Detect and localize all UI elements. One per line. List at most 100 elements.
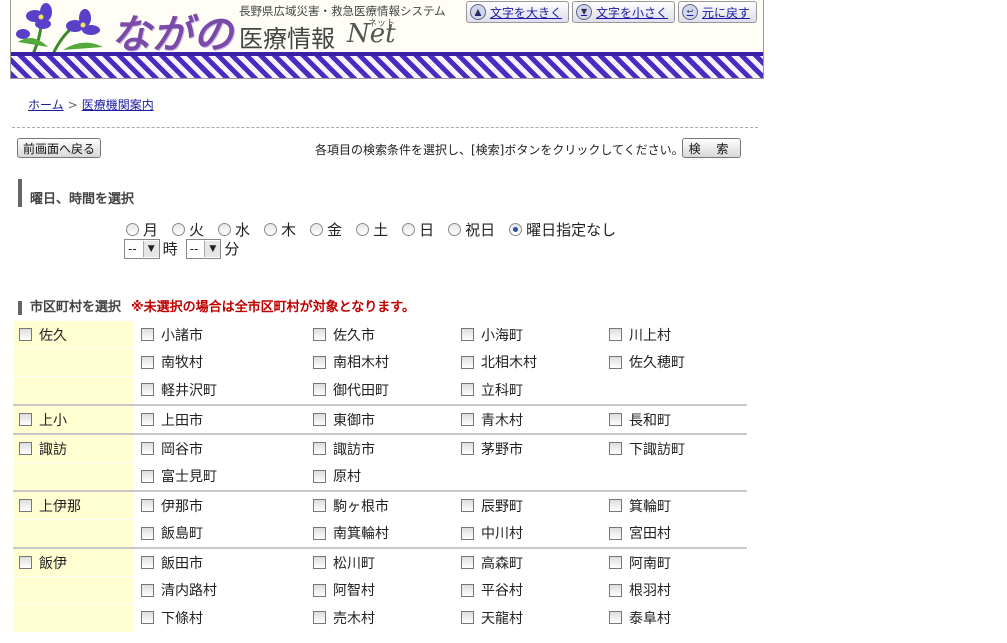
region-checkbox[interactable]: [19, 328, 32, 341]
city-checkbox[interactable]: [609, 413, 622, 426]
day-radio-option[interactable]: 火: [172, 219, 204, 240]
city-checkbox[interactable]: [313, 526, 326, 540]
city-checkbox[interactable]: [141, 383, 154, 397]
city-checkbox-option[interactable]: 中川村: [459, 520, 607, 547]
region-checkbox-option[interactable]: 佐久: [13, 321, 133, 348]
day-radio-option[interactable]: 曜日指定なし: [509, 219, 616, 240]
region-checkbox-option[interactable]: 上小: [13, 406, 133, 433]
city-checkbox-option[interactable]: 飯島町: [139, 520, 311, 547]
city-checkbox-option[interactable]: 天龍村: [459, 604, 607, 631]
city-checkbox[interactable]: [313, 442, 326, 455]
city-checkbox[interactable]: [313, 469, 326, 483]
city-checkbox[interactable]: [141, 413, 154, 426]
region-checkbox-option[interactable]: 諏訪: [13, 435, 133, 462]
city-checkbox[interactable]: [141, 499, 154, 512]
city-checkbox-option[interactable]: 飯田市: [139, 549, 311, 576]
region-checkbox[interactable]: [19, 499, 32, 512]
day-radio[interactable]: [172, 223, 186, 236]
city-checkbox-option[interactable]: 立科町: [459, 376, 607, 403]
city-checkbox-option[interactable]: 北相木村: [459, 349, 607, 376]
city-checkbox-option[interactable]: 茅野市: [459, 435, 607, 462]
hour-select[interactable]: -- ▼: [124, 238, 160, 259]
city-checkbox[interactable]: [313, 556, 326, 569]
city-checkbox-option[interactable]: 原村: [311, 463, 459, 490]
breadcrumb-current-link[interactable]: 医療機関案内: [82, 98, 154, 112]
city-checkbox[interactable]: [609, 583, 622, 597]
city-checkbox-option[interactable]: 松川町: [311, 549, 459, 576]
city-checkbox[interactable]: [461, 583, 474, 597]
city-checkbox-option[interactable]: 売木村: [311, 604, 459, 631]
city-checkbox[interactable]: [141, 328, 154, 341]
city-checkbox[interactable]: [141, 469, 154, 483]
day-radio[interactable]: [356, 223, 370, 236]
day-radio-option[interactable]: 木: [264, 219, 296, 240]
city-checkbox[interactable]: [461, 611, 474, 625]
city-checkbox-option[interactable]: 佐久穂町: [607, 349, 747, 376]
city-checkbox-option[interactable]: 小諸市: [139, 321, 311, 348]
city-checkbox-option[interactable]: 駒ヶ根市: [311, 492, 459, 519]
back-button[interactable]: 前画面へ戻る: [17, 138, 101, 158]
city-checkbox-option[interactable]: 岡谷市: [139, 435, 311, 462]
region-checkbox[interactable]: [19, 556, 32, 569]
day-radio-option[interactable]: 日: [402, 219, 434, 240]
day-radio-option[interactable]: 祝日: [448, 219, 495, 240]
city-checkbox[interactable]: [461, 442, 474, 455]
region-checkbox-option[interactable]: 上伊那: [13, 492, 133, 519]
day-radio[interactable]: [402, 223, 416, 236]
city-checkbox-option[interactable]: 辰野町: [459, 492, 607, 519]
city-checkbox-option[interactable]: 富士見町: [139, 463, 311, 490]
city-checkbox-option[interactable]: 下條村: [139, 604, 311, 631]
city-checkbox-option[interactable]: 阿智村: [311, 577, 459, 604]
city-checkbox[interactable]: [609, 499, 622, 512]
city-checkbox[interactable]: [313, 355, 326, 369]
day-radio[interactable]: [264, 223, 278, 236]
city-checkbox[interactable]: [461, 383, 474, 397]
city-checkbox[interactable]: [141, 526, 154, 540]
city-checkbox-option[interactable]: 箕輪町: [607, 492, 747, 519]
city-checkbox-option[interactable]: 佐久市: [311, 321, 459, 348]
city-checkbox[interactable]: [313, 499, 326, 512]
day-radio-option[interactable]: 月: [126, 219, 158, 240]
day-radio[interactable]: [448, 223, 462, 236]
breadcrumb-home-link[interactable]: ホーム: [28, 98, 64, 112]
city-checkbox[interactable]: [141, 611, 154, 625]
search-button[interactable]: 検 索: [682, 138, 741, 158]
city-checkbox-option[interactable]: 軽井沢町: [139, 376, 311, 403]
city-checkbox-option[interactable]: 阿南町: [607, 549, 747, 576]
day-radio-option[interactable]: 土: [356, 219, 388, 240]
shrink-text-button[interactable]: ▼ 文字を小さく: [572, 1, 676, 23]
day-radio-option[interactable]: 水: [218, 219, 250, 240]
city-checkbox-option[interactable]: 川上村: [607, 321, 747, 348]
day-radio[interactable]: [218, 223, 232, 236]
city-checkbox[interactable]: [461, 499, 474, 512]
day-radio[interactable]: [509, 223, 523, 236]
city-checkbox[interactable]: [461, 556, 474, 569]
minute-select[interactable]: -- ▼: [185, 238, 222, 259]
city-checkbox-option[interactable]: 南牧村: [139, 349, 311, 376]
region-checkbox[interactable]: [19, 442, 32, 455]
region-checkbox[interactable]: [19, 413, 32, 426]
city-checkbox[interactable]: [461, 355, 474, 369]
city-checkbox[interactable]: [461, 526, 474, 540]
city-checkbox-option[interactable]: 清内路村: [139, 577, 311, 604]
city-checkbox[interactable]: [313, 583, 326, 597]
city-checkbox-option[interactable]: 長和町: [607, 406, 747, 433]
city-checkbox-option[interactable]: 上田市: [139, 406, 311, 433]
city-checkbox[interactable]: [461, 413, 474, 426]
city-checkbox[interactable]: [141, 442, 154, 455]
city-checkbox[interactable]: [609, 328, 622, 341]
city-checkbox-option[interactable]: 御代田町: [311, 376, 459, 403]
city-checkbox[interactable]: [313, 611, 326, 625]
city-checkbox[interactable]: [313, 383, 326, 397]
city-checkbox-option[interactable]: 諏訪市: [311, 435, 459, 462]
day-radio[interactable]: [126, 223, 139, 236]
city-checkbox-option[interactable]: 東御市: [311, 406, 459, 433]
region-checkbox-option[interactable]: 飯伊: [13, 549, 133, 576]
city-checkbox[interactable]: [609, 442, 622, 455]
city-checkbox-option[interactable]: 高森町: [459, 549, 607, 576]
city-checkbox-option[interactable]: 根羽村: [607, 577, 747, 604]
city-checkbox[interactable]: [609, 526, 622, 540]
city-checkbox-option[interactable]: 小海町: [459, 321, 607, 348]
city-checkbox-option[interactable]: 下諏訪町: [607, 435, 747, 462]
city-checkbox[interactable]: [141, 583, 154, 597]
